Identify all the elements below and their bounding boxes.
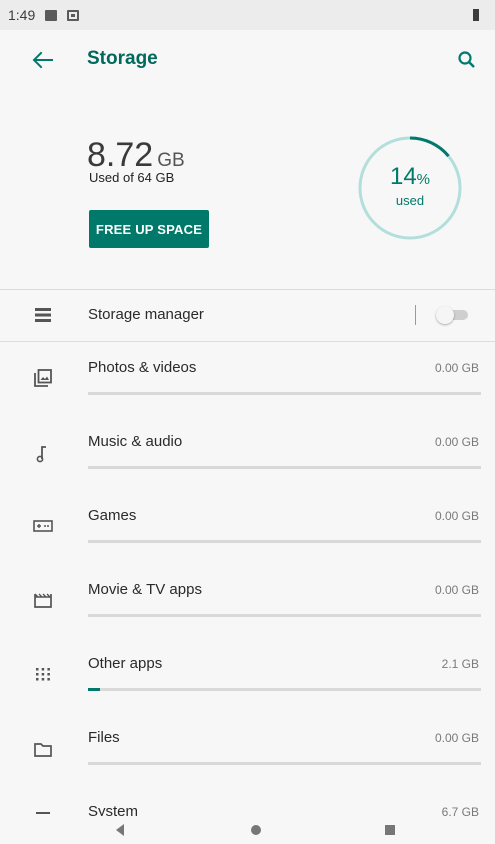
screenshot-notification-icon [67, 9, 80, 21]
category-row-games[interactable]: Games 0.00 GB [0, 490, 495, 564]
search-icon[interactable] [455, 48, 479, 72]
gauge-percent: 14% [355, 163, 465, 191]
storage-manager-toggle[interactable] [436, 306, 470, 324]
image-notification-icon [45, 9, 58, 21]
used-of-total: Used of 64 GB [89, 170, 175, 185]
app-bar: Storage [0, 30, 495, 88]
nav-home-icon[interactable] [249, 822, 263, 843]
category-usage-bar [88, 466, 481, 469]
storage-manager-row[interactable]: Storage manager [0, 290, 495, 342]
category-usage-bar [88, 614, 481, 617]
navigation-bar [0, 816, 495, 844]
used-unit: GB [157, 150, 185, 171]
category-label: Movie & TV apps [88, 581, 202, 598]
category-label: System [88, 803, 139, 816]
category-row-system[interactable]: System 6.7 GB [0, 786, 495, 816]
storage-manager-icon [32, 304, 54, 326]
apps-grid-icon [32, 663, 54, 685]
category-size: 0.00 GB [434, 583, 479, 597]
folder-icon [32, 739, 54, 761]
nav-recents-icon[interactable] [383, 822, 397, 843]
toggle-divider [415, 305, 416, 325]
gauge-percent-sign: % [416, 171, 431, 188]
category-label: Music & audio [88, 433, 183, 450]
used-value: 8.72 [87, 136, 154, 174]
category-label: Files [88, 729, 120, 746]
category-row-movies[interactable]: Movie & TV apps 0.00 GB [0, 564, 495, 638]
gamepad-icon [32, 515, 54, 537]
category-size: 0.00 GB [434, 509, 479, 523]
category-label: Other apps [88, 655, 163, 672]
category-size: 0.00 GB [434, 435, 479, 449]
photos-icon [32, 367, 54, 389]
free-up-space-button[interactable]: FREE UP SPACE [89, 210, 209, 248]
gauge-arc [409, 136, 450, 158]
gauge-used-text: used [395, 193, 425, 208]
category-size: 0.00 GB [434, 731, 479, 745]
toggle-knob [436, 306, 454, 324]
category-label: Photos & videos [88, 359, 197, 376]
category-usage-bar [88, 540, 481, 543]
category-size: 2.1 GB [441, 657, 479, 671]
nav-back-icon[interactable] [113, 822, 127, 843]
category-row-other-apps[interactable]: Other apps 2.1 GB [0, 638, 495, 712]
category-usage-bar [88, 392, 481, 395]
movie-icon [32, 589, 54, 611]
category-row-files[interactable]: Files 0.00 GB [0, 712, 495, 786]
category-usage-bar [88, 762, 481, 765]
status-time: 1:49 [8, 7, 36, 23]
category-size: 0.00 GB [434, 361, 479, 375]
storage-manager-label: Storage manager [88, 306, 204, 323]
back-arrow-icon[interactable] [30, 48, 56, 72]
page-title: Storage [87, 48, 158, 69]
status-bar: 1:49 [0, 0, 495, 30]
category-usage-bar [88, 688, 481, 691]
battery-icon [473, 9, 479, 21]
category-usage-fill [88, 688, 100, 691]
gauge-label: 14% used [355, 163, 465, 208]
category-size: 6.7 GB [441, 805, 479, 816]
category-row-music[interactable]: Music & audio 0.00 GB [0, 416, 495, 490]
gauge-percent-value: 14 [389, 163, 417, 190]
category-label: Games [88, 507, 137, 524]
category-row-photos[interactable]: Photos & videos 0.00 GB [0, 342, 495, 416]
music-note-icon [32, 443, 54, 465]
